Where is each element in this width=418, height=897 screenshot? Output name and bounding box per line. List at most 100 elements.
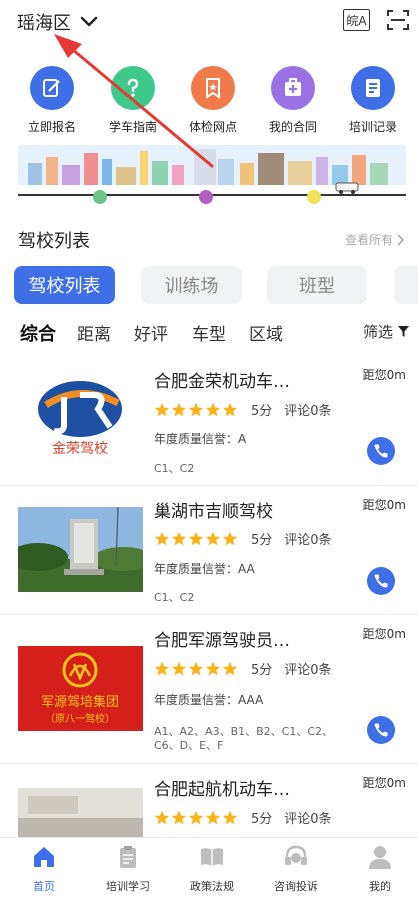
nav-label: 咨询投诉 <box>274 880 318 893</box>
star-icon <box>205 531 221 545</box>
star-icon <box>222 531 238 545</box>
school-name: 合肥军源驾驶员… <box>154 631 290 651</box>
school-quality: 年度质量信誉：AAA <box>154 693 264 707</box>
school-photo <box>18 507 143 592</box>
school-distance: 距您0m <box>362 498 406 512</box>
rating-stars: 5分 评论0条 <box>154 529 332 548</box>
rating-stars: 5分 评论0条 <box>154 400 332 419</box>
tab-class-type[interactable]: 班型 <box>267 266 367 304</box>
star-icon <box>171 402 187 416</box>
quick-action-label: 学车指南 <box>108 120 157 134</box>
bookmark-star-icon <box>191 66 235 110</box>
city-skyline-banner <box>18 145 406 209</box>
phone-icon[interactable] <box>367 567 395 595</box>
clipboard-icon <box>120 846 136 868</box>
nav-home[interactable]: 首页 <box>2 844 86 894</box>
quick-actions: 立即报名 学车指南 体检网点 我的合同 培训记录 <box>0 66 418 138</box>
nav-policy[interactable]: 政策法规 <box>170 844 254 894</box>
quick-action-guide[interactable]: 学车指南 <box>93 66 173 135</box>
category-tabs: 驾校列表 训练场 班型 教 <box>14 266 418 306</box>
school-quality: 年度质量信誉：A <box>154 432 247 446</box>
headset-icon <box>285 845 307 865</box>
funnel-icon <box>398 326 409 337</box>
school-distance: 距您0m <box>362 368 406 382</box>
quick-action-label: 立即报名 <box>27 120 76 134</box>
star-icon <box>171 661 187 675</box>
school-score: 5分 <box>251 663 273 678</box>
star-icon <box>205 810 221 824</box>
star-icon <box>205 661 221 675</box>
chevron-right-icon <box>397 233 405 246</box>
star-icon <box>154 402 170 416</box>
school-distance: 距您0m <box>362 776 406 790</box>
school-reviews: 评论0条 <box>284 533 332 548</box>
rating-stars: 5分 评论0条 <box>154 659 332 678</box>
school-logo: 军源驾培集团 （原八一驾校） <box>18 646 143 731</box>
school-score: 5分 <box>251 533 273 548</box>
phone-icon[interactable] <box>367 716 395 744</box>
city-selector[interactable]: 瑶海区 <box>17 9 99 35</box>
quick-action-records[interactable]: 培训记录 <box>333 66 413 135</box>
quick-action-contract[interactable]: 我的合同 <box>253 66 333 135</box>
svg-text:（原八一驾校）: （原八一驾校） <box>45 712 115 725</box>
filter-row: 综合 距离 好评 车型 区域 筛选 <box>20 320 418 346</box>
question-icon <box>111 66 155 110</box>
nav-profile[interactable]: 我的 <box>338 844 418 894</box>
filter-overall[interactable]: 综合 <box>20 320 56 346</box>
filter-button[interactable]: 筛选 <box>363 321 410 342</box>
school-photo <box>18 788 143 840</box>
star-icon <box>171 531 187 545</box>
school-card[interactable]: 军源驾培集团 （原八一驾校） 合肥军源驾驶员… 距您0m 5分 评论0条 年度质… <box>0 615 418 764</box>
top-header: 瑶海区 皖A <box>0 0 418 52</box>
school-license-types: C1、C2 <box>154 591 195 604</box>
filter-rating[interactable]: 好评 <box>134 320 168 345</box>
school-reviews: 评论0条 <box>284 663 332 678</box>
quick-action-checkup[interactable]: 体检网点 <box>173 66 253 135</box>
school-license-types: C1、C2 <box>154 462 195 475</box>
svg-text:军源驾培集团: 军源驾培集团 <box>41 694 119 710</box>
view-all-link[interactable]: 查看所有 <box>345 231 406 248</box>
nav-label: 我的 <box>369 880 391 893</box>
chevron-down-icon <box>80 16 98 27</box>
school-name: 合肥金荣机动车… <box>154 372 290 392</box>
nav-training[interactable]: 培训学习 <box>86 844 170 894</box>
star-icon <box>188 661 204 675</box>
home-icon <box>34 847 54 867</box>
medical-kit-icon <box>271 66 315 110</box>
section-title: 驾校列表 <box>18 231 90 252</box>
nav-label: 培训学习 <box>106 880 150 893</box>
svg-text:金荣驾校: 金荣驾校 <box>52 440 108 457</box>
phone-icon[interactable] <box>367 437 395 465</box>
star-icon <box>222 661 238 675</box>
school-reviews: 评论0条 <box>284 404 332 419</box>
star-icon <box>188 810 204 824</box>
school-license-types: A1、A2、A3、B1、B2、C1、C2、C6、D、E、F <box>154 725 334 752</box>
plate-toggle-button[interactable]: 皖A <box>343 9 370 31</box>
star-icon <box>171 810 187 824</box>
school-score: 5分 <box>251 404 273 419</box>
rating-stars: 5分 评论0条 <box>154 808 332 827</box>
school-quality: 年度质量信誉：AA <box>154 562 255 576</box>
filter-car-type[interactable]: 车型 <box>192 320 226 345</box>
star-icon <box>154 531 170 545</box>
filter-distance[interactable]: 距离 <box>77 320 111 345</box>
quick-action-label: 体检网点 <box>188 120 237 134</box>
school-card[interactable]: 合肥起航机动车… 距您0m 5分 评论0条 <box>0 764 418 844</box>
tab-training-ground[interactable]: 训练场 <box>141 266 242 304</box>
school-card[interactable]: 金荣驾校 合肥金荣机动车… 距您0m 5分 评论0条 年度质量信誉：A C1、C… <box>0 358 418 486</box>
filter-region[interactable]: 区域 <box>249 320 283 345</box>
star-icon <box>154 810 170 824</box>
tab-schools[interactable]: 驾校列表 <box>14 266 115 304</box>
quick-action-label: 培训记录 <box>348 120 397 134</box>
quick-action-label: 我的合同 <box>268 120 317 134</box>
tab-more[interactable]: 教 <box>394 266 418 304</box>
nav-consult[interactable]: 咨询投诉 <box>254 844 338 894</box>
school-card[interactable]: 巢湖市吉顺驾校 距您0m 5分 评论0条 年度质量信誉：AA C1、C2 <box>0 486 418 615</box>
school-distance: 距您0m <box>362 627 406 641</box>
quick-action-signup[interactable]: 立即报名 <box>12 66 92 135</box>
star-icon <box>188 402 204 416</box>
star-icon <box>222 810 238 824</box>
view-all-label: 查看所有 <box>344 233 393 247</box>
scan-icon[interactable] <box>387 9 409 31</box>
star-icon <box>188 531 204 545</box>
